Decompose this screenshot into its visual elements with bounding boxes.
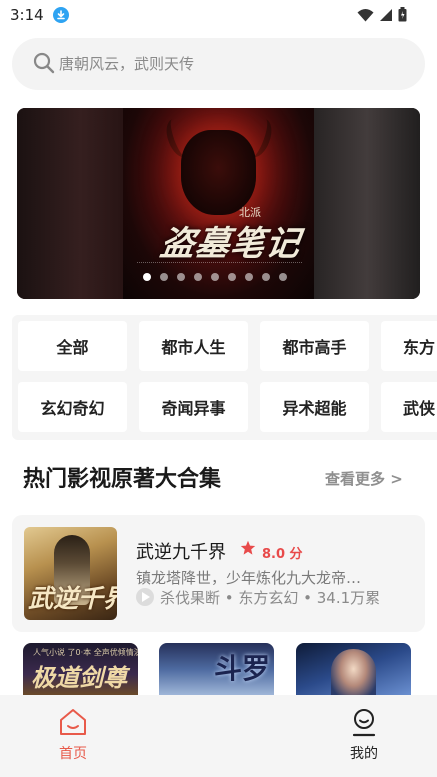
category-fantasy[interactable]: 玄幻奇幻 bbox=[18, 382, 127, 432]
banner-current-slide[interactable]: 北派 盗墓笔记 bbox=[123, 108, 314, 299]
search-icon bbox=[33, 52, 55, 74]
status-time: 3:14 bbox=[10, 6, 44, 24]
thumbnail-title: 极道剑尊 bbox=[31, 663, 127, 692]
banner-prev-slide[interactable] bbox=[17, 108, 123, 299]
category-strange-tales[interactable]: 奇闻异事 bbox=[139, 382, 248, 432]
pagination-dot[interactable] bbox=[177, 273, 185, 281]
status-icons bbox=[357, 7, 407, 22]
banner-demon-art bbox=[181, 130, 256, 215]
featured-book-card[interactable]: 武逆千界 武逆九千界 8.0 分 镇龙塔降世，少年炼化九大龙帝… 杀伐果断 • … bbox=[12, 515, 425, 632]
search-placeholder: 唐朝风云，武则天传 bbox=[59, 55, 195, 73]
cover-title-text: 武逆千界 bbox=[28, 584, 117, 613]
nav-mine-label: 我的 bbox=[350, 746, 378, 762]
status-bar: 3:14 bbox=[0, 0, 437, 30]
banner-carousel[interactable]: 北派 盗墓笔记 bbox=[17, 108, 420, 299]
banner-next-slide[interactable] bbox=[314, 108, 420, 299]
category-superpowers[interactable]: 异术超能 bbox=[260, 382, 369, 432]
section-title: 热门影视原著大合集 bbox=[23, 467, 222, 492]
book-title: 武逆九千界 bbox=[136, 542, 226, 563]
play-icon[interactable] bbox=[136, 588, 154, 606]
book-description: 镇龙塔降世，少年炼化九大龙帝… bbox=[136, 569, 362, 587]
banner-pagination bbox=[143, 273, 287, 281]
battery-icon bbox=[398, 7, 407, 22]
category-wuxia[interactable]: 武侠 bbox=[381, 382, 437, 432]
pagination-dot[interactable] bbox=[160, 273, 168, 281]
nav-mine[interactable]: 我的 bbox=[334, 707, 394, 767]
thumbnail-figure-art bbox=[331, 649, 376, 695]
star-icon bbox=[240, 540, 256, 555]
book-cover[interactable]: 武逆千界 bbox=[24, 527, 117, 620]
book-thumbnail[interactable] bbox=[296, 643, 411, 695]
search-bar[interactable]: 唐朝风云，武则天传 bbox=[12, 38, 425, 90]
pagination-dot[interactable] bbox=[228, 273, 236, 281]
book-meta: 杀伐果断 • 东方玄幻 • 34.1万累 bbox=[160, 589, 381, 607]
thumbnail-title: 斗罗 bbox=[214, 652, 271, 685]
thumbnail-caption: 人气小说 了0·本 全声优倾情演绎 bbox=[33, 648, 138, 657]
pagination-dot[interactable] bbox=[143, 273, 151, 281]
category-grid: 全部 都市人生 都市高手 东方 玄幻奇幻 奇闻异事 异术超能 武侠 bbox=[12, 315, 437, 440]
download-icon bbox=[53, 7, 69, 23]
signal-icon bbox=[380, 8, 392, 21]
banner-title: 盗墓笔记 bbox=[157, 224, 304, 264]
category-eastern[interactable]: 东方 bbox=[381, 321, 437, 371]
banner-credits-line bbox=[137, 262, 302, 268]
home-icon bbox=[60, 709, 86, 735]
see-more-link[interactable]: 查看更多 > bbox=[325, 468, 403, 489]
wifi-icon bbox=[357, 8, 374, 21]
nav-home[interactable]: 首页 bbox=[43, 707, 103, 767]
category-urban-life[interactable]: 都市人生 bbox=[139, 321, 248, 371]
nav-home-label: 首页 bbox=[59, 746, 87, 762]
book-thumbnail[interactable]: 斗罗 bbox=[159, 643, 274, 695]
book-score: 8.0 分 bbox=[262, 547, 303, 562]
category-urban-master[interactable]: 都市高手 bbox=[260, 321, 369, 371]
profile-icon bbox=[352, 709, 376, 737]
pagination-dot[interactable] bbox=[245, 273, 253, 281]
category-all[interactable]: 全部 bbox=[18, 321, 127, 371]
bottom-nav: 首页 我的 bbox=[0, 695, 437, 777]
pagination-dot[interactable] bbox=[194, 273, 202, 281]
book-thumbnail[interactable]: 人气小说 了0·本 全声优倾情演绎 极道剑尊 bbox=[23, 643, 138, 695]
pagination-dot[interactable] bbox=[279, 273, 287, 281]
pagination-dot[interactable] bbox=[262, 273, 270, 281]
pagination-dot[interactable] bbox=[211, 273, 219, 281]
